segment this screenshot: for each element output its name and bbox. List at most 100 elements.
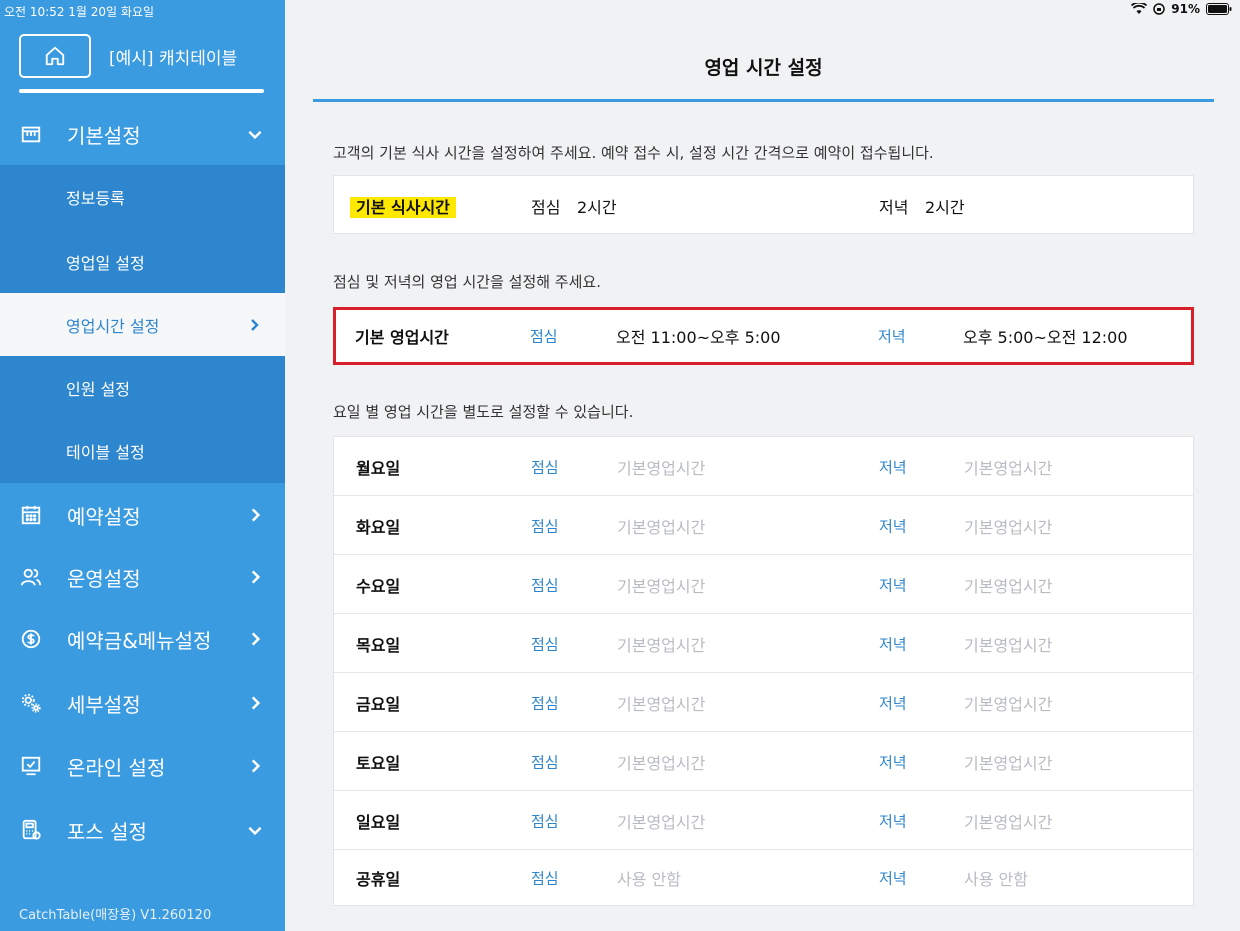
lunch-label: 점심 [531, 635, 559, 653]
chevron-down-icon [248, 826, 262, 836]
weekday-description: 요일 별 영업 시간을 별도로 설정할 수 있습니다. [333, 403, 634, 421]
meal-time-row[interactable]: 기본 식사시간 점심 2시간 저녁 2시간 [334, 176, 1195, 235]
calendar-icon [19, 503, 43, 527]
submenu-business-days[interactable]: 영업일 설정 [0, 230, 285, 293]
dinner-hours-value[interactable]: 기본영업시간 [964, 573, 1052, 597]
lunch-hours-value[interactable]: 기본영업시간 [617, 691, 705, 715]
menu-label: 온라인 설정 [67, 755, 166, 780]
dinner-label: 저녁 [879, 517, 907, 535]
lunch-label: 점심 [531, 694, 559, 712]
day-label: 월요일 [356, 458, 401, 478]
meal-time-card[interactable]: 기본 식사시간 점심 2시간 저녁 2시간 [333, 175, 1194, 234]
basic-lunch-hours[interactable]: 오전 11:00~오후 5:00 [616, 324, 781, 348]
lunch-label: 점심 [531, 576, 559, 594]
dinner-label: 저녁 [878, 327, 906, 346]
dinner-label: 저녁 [879, 753, 907, 771]
store-icon [19, 122, 43, 146]
dinner-label: 저녁 [879, 197, 909, 217]
lunch-hours-value[interactable]: 사용 안함 [617, 866, 681, 890]
dinner-meal-duration[interactable]: 2시간 [925, 194, 965, 218]
dinner-hours-value[interactable]: 기본영업시간 [964, 750, 1052, 774]
chevron-right-icon [251, 759, 261, 773]
lunch-label: 점심 [530, 327, 558, 346]
submenu-party-size[interactable]: 인원 설정 [0, 356, 285, 419]
dinner-label: 저녁 [879, 812, 907, 830]
meal-time-label-text: 기본 식사시간 [350, 196, 456, 218]
menu-deposit-menu-settings[interactable]: 예약금&메뉴설정 [0, 608, 285, 670]
menu-operation-settings[interactable]: 운영설정 [0, 546, 285, 608]
submenu-label: 영업일 설정 [66, 253, 145, 273]
page-title: 영업 시간 설정 [704, 57, 823, 79]
chevron-right-icon [251, 570, 261, 584]
menu-label: 세부설정 [67, 692, 141, 717]
day-label: 토요일 [356, 753, 401, 773]
menu-label: 운영설정 [67, 566, 141, 591]
weekday-row-fri[interactable]: 금요일 점심 기본영업시간 저녁 기본영업시간 [334, 673, 1195, 732]
lunch-hours-value[interactable]: 기본영업시간 [617, 809, 705, 833]
dollar-icon [19, 627, 43, 651]
weekday-row-mon[interactable]: 월요일 점심 기본영업시간 저녁 기본영업시간 [334, 437, 1195, 496]
menu-label: 예약설정 [67, 504, 141, 529]
submenu-info-register[interactable]: 정보등록 [0, 165, 285, 228]
dinner-label: 저녁 [879, 576, 907, 594]
submenu-label: 정보등록 [66, 188, 125, 208]
lunch-label: 점심 [531, 197, 561, 217]
meal-time-label: 기본 식사시간 [350, 194, 456, 218]
menu-detail-settings[interactable]: 세부설정 [0, 672, 285, 734]
lock-rotation-icon [1153, 3, 1166, 15]
dinner-hours-value[interactable]: 기본영업시간 [964, 691, 1052, 715]
lunch-meal-duration[interactable]: 2시간 [577, 194, 617, 218]
battery-icon [1206, 3, 1232, 15]
store-underline [19, 89, 264, 93]
chevron-right-icon [251, 632, 261, 646]
lunch-hours-value[interactable]: 기본영업시간 [617, 750, 705, 774]
hours-description: 점심 및 저녁의 영업 시간을 설정해 주세요. [333, 273, 601, 291]
dinner-hours-value[interactable]: 기본영업시간 [964, 514, 1052, 538]
menu-label: 예약금&메뉴설정 [67, 628, 212, 653]
submenu-label: 영업시간 설정 [66, 316, 160, 336]
lunch-hours-value[interactable]: 기본영업시간 [617, 514, 705, 538]
weekday-row-tue[interactable]: 화요일 점심 기본영업시간 저녁 기본영업시간 [334, 496, 1195, 555]
battery-percent: 91% [1171, 2, 1200, 16]
dinner-hours-value[interactable]: 사용 안함 [964, 866, 1028, 890]
gears-icon [19, 691, 43, 715]
menu-online-settings[interactable]: 온라인 설정 [0, 735, 285, 797]
day-label: 수요일 [356, 576, 401, 596]
dinner-label: 저녁 [879, 869, 907, 888]
dinner-hours-value[interactable]: 기본영업시간 [964, 455, 1052, 479]
day-label: 일요일 [356, 812, 401, 832]
submenu-business-hours[interactable]: 영업시간 설정 [0, 293, 285, 356]
menu-reservation-settings[interactable]: 예약설정 [0, 484, 285, 546]
basic-hours-row[interactable]: 기본 영업시간 점심 오전 11:00~오후 5:00 저녁 오후 5:00~오… [333, 307, 1194, 365]
day-label: 금요일 [356, 694, 401, 714]
home-button[interactable] [19, 34, 91, 78]
menu-pos-settings[interactable]: 포스 설정 [0, 799, 285, 861]
basic-dinner-hours[interactable]: 오후 5:00~오전 12:00 [963, 324, 1128, 348]
day-label: 공휴일 [356, 870, 401, 889]
users-icon [19, 565, 43, 589]
weekday-row-thu[interactable]: 목요일 점심 기본영업시간 저녁 기본영업시간 [334, 614, 1195, 673]
lunch-hours-value[interactable]: 기본영업시간 [617, 632, 705, 656]
menu-basic-settings[interactable]: 기본설정 [0, 103, 285, 165]
weekday-row-holiday[interactable]: 공휴일 점심 사용 안함 저녁 사용 안함 [334, 850, 1195, 906]
store-header: [예시] 캐치테이블 [19, 34, 264, 93]
dinner-hours-value[interactable]: 기본영업시간 [964, 809, 1052, 833]
dinner-label: 저녁 [879, 458, 907, 476]
weekday-row-sun[interactable]: 일요일 점심 기본영업시간 저녁 기본영업시간 [334, 791, 1195, 850]
weekday-row-sat[interactable]: 토요일 점심 기본영업시간 저녁 기본영업시간 [334, 732, 1195, 791]
submenu-table-settings[interactable]: 테이블 설정 [0, 419, 285, 482]
status-icons: 91% [1131, 2, 1232, 16]
dinner-hours-value[interactable]: 기본영업시간 [964, 632, 1052, 656]
basic-hours-label: 기본 영업시간 [355, 328, 449, 347]
weekday-row-wed[interactable]: 수요일 점심 기본영업시간 저녁 기본영업시간 [334, 555, 1195, 614]
app-version: CatchTable(매장용) V1.260120 [19, 908, 212, 923]
menu-label: 포스 설정 [67, 819, 147, 844]
menu-label: 기본설정 [67, 123, 141, 148]
chevron-right-icon [251, 696, 261, 710]
lunch-hours-value[interactable]: 기본영업시간 [617, 573, 705, 597]
lunch-hours-value[interactable]: 기본영업시간 [617, 455, 705, 479]
meal-time-description: 고객의 기본 식사 시간을 설정하여 주세요. 예약 접수 시, 설정 시간 간… [333, 144, 934, 162]
weekday-hours-list: 월요일 점심 기본영업시간 저녁 기본영업시간 화요일 점심 기본영업시간 저녁… [333, 436, 1194, 906]
submenu-label: 테이블 설정 [66, 442, 145, 462]
sidebar: 오전 10:52 1월 20일 화요일 [예시] 캐치테이블 기본설정 정보등록… [0, 0, 285, 931]
